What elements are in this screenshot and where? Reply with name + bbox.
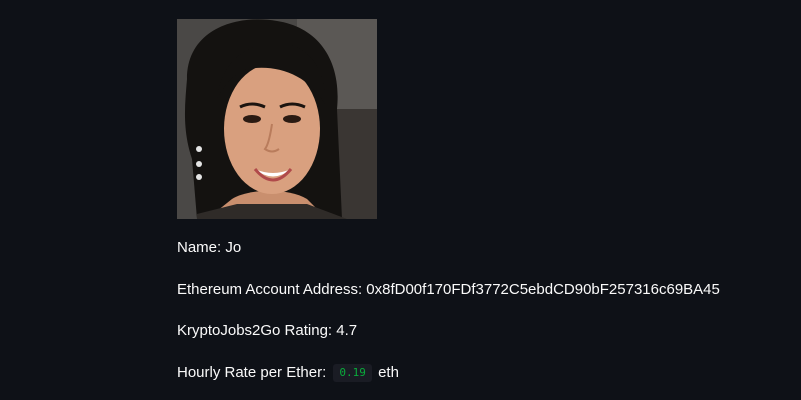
address-value: 0x8fD00f170FDf3772C5ebdCD90bF257316c69BA… xyxy=(366,281,720,298)
hourly-rate-unit: eth xyxy=(378,364,399,381)
hourly-rate-value: 0.19 xyxy=(333,364,372,382)
portrait-image xyxy=(177,19,377,219)
rating-value: 4.7 xyxy=(336,322,358,339)
address-field: Ethereum Account Address: 0x8fD00f170FDf… xyxy=(177,281,720,299)
hourly-rate-field: Hourly Rate per Ether: 0.19 eth xyxy=(177,364,399,382)
candidate-card: Name: Jo Ethereum Account Address: 0x8fD… xyxy=(0,0,801,400)
name-field: Name: Jo xyxy=(177,239,241,257)
name-label: Name: xyxy=(177,239,226,256)
address-label: Ethereum Account Address: xyxy=(177,281,367,298)
hourly-rate-label: Hourly Rate per Ether: xyxy=(177,364,327,381)
name-value: Jo xyxy=(225,239,242,256)
rating-label: KryptoJobs2Go Rating: xyxy=(177,322,337,339)
candidate-photo xyxy=(177,19,377,219)
rating-field: KryptoJobs2Go Rating: 4.7 xyxy=(177,322,357,340)
